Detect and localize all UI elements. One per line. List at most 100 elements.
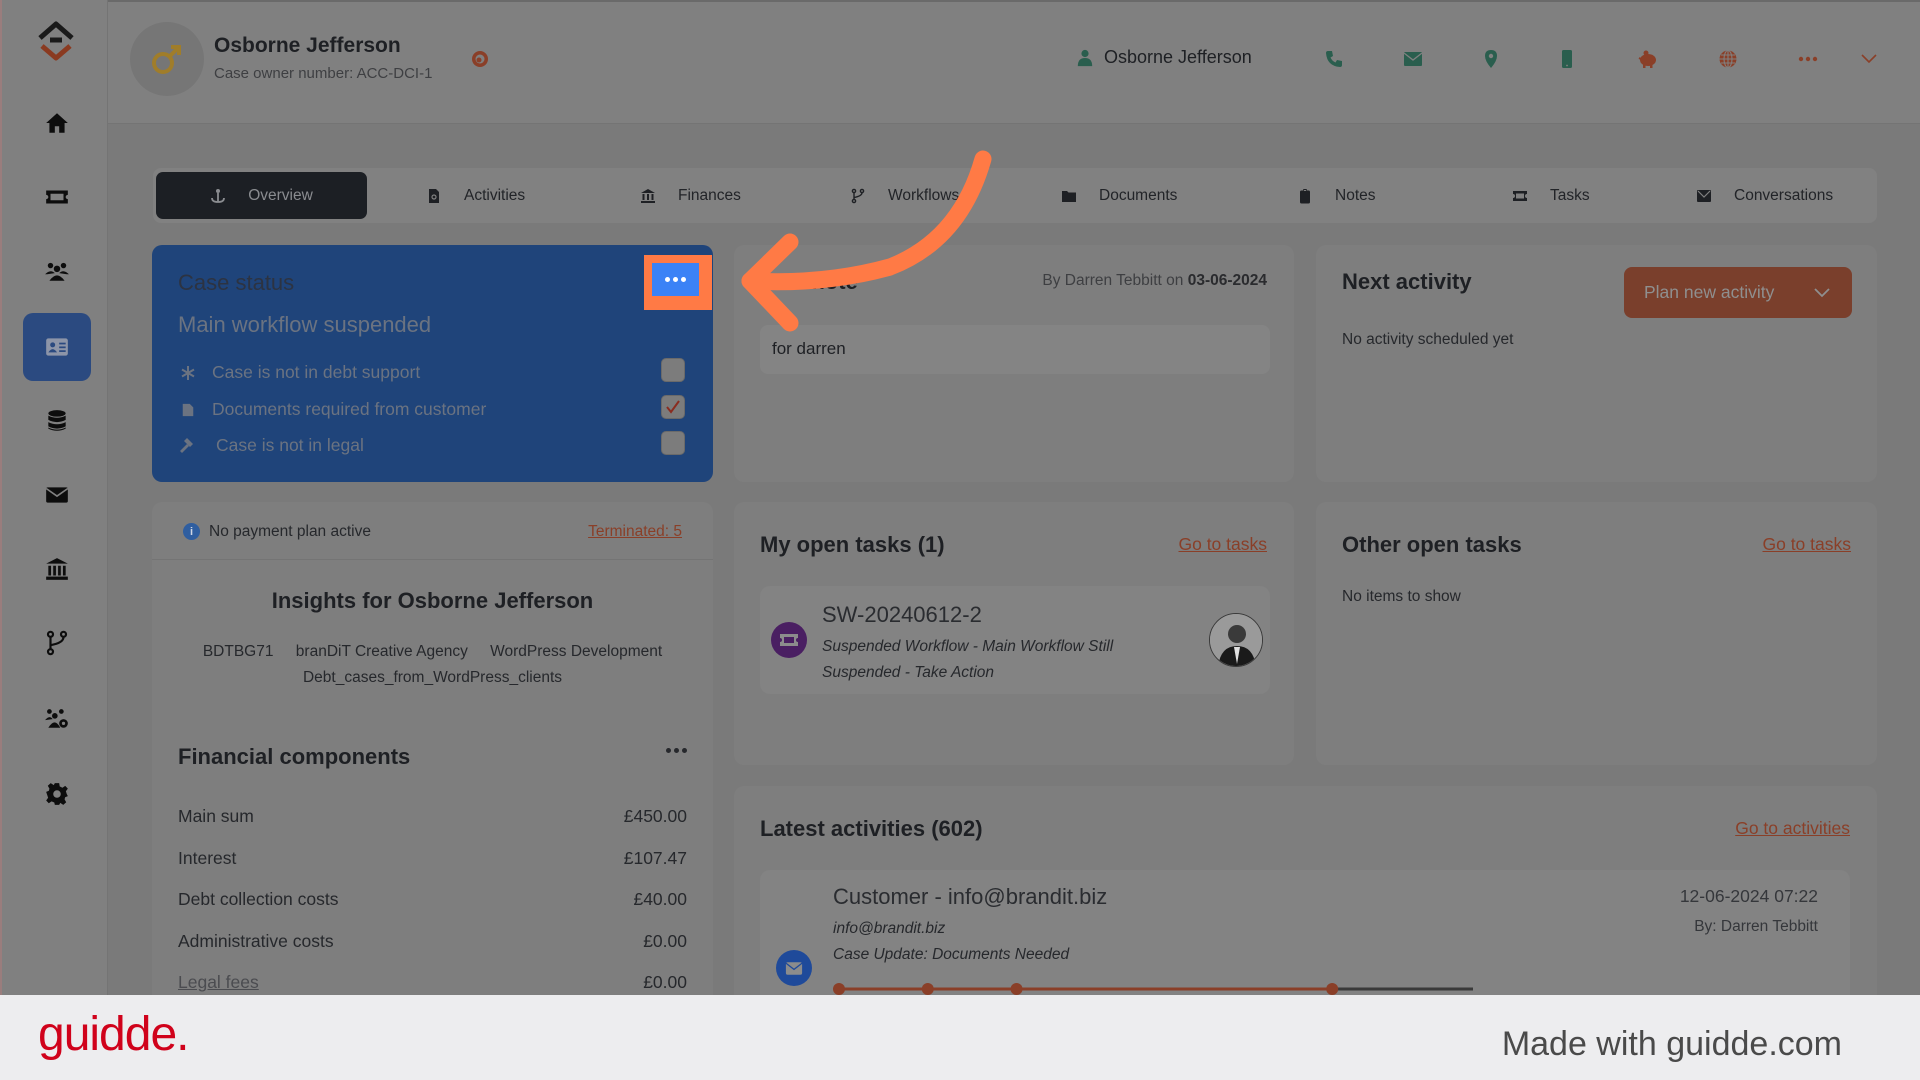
insights-card: i No payment plan active Terminated: 5 I… <box>152 502 713 1002</box>
go-to-tasks-link[interactable]: Go to tasks <box>1762 534 1851 555</box>
plan-new-activity-button[interactable]: Plan new activity <box>1624 267 1852 318</box>
contact-person[interactable]: Osborne Jefferson <box>1076 47 1252 68</box>
latest-activities-title: Latest activities (602) <box>760 816 983 841</box>
bank-icon <box>641 188 655 203</box>
branch-icon <box>851 188 865 203</box>
sidebar-item-home[interactable] <box>23 89 91 157</box>
assignee-avatar <box>1209 613 1263 667</box>
sidebar-item-users[interactable] <box>23 237 91 305</box>
progress-step <box>833 983 845 995</box>
mobile-icon[interactable] <box>1556 48 1578 70</box>
database-icon <box>48 410 66 431</box>
insight-tag: branDiT Creative Agency <box>295 643 468 660</box>
bank-icon <box>46 558 68 580</box>
progress-step <box>1010 983 1023 995</box>
go-to-activities-link[interactable]: Go to activities <box>1735 818 1850 839</box>
sidebar-item-tickets[interactable] <box>23 163 91 231</box>
insight-tags: BDTBG71 branDiT Creative Agency WordPres… <box>182 639 683 691</box>
envelope-icon <box>45 487 69 503</box>
debt-support-checkbox[interactable] <box>661 358 685 382</box>
file-search-icon <box>429 188 439 203</box>
case-status-title: Case status <box>178 270 295 295</box>
chevron-down-icon <box>1814 287 1830 297</box>
highlight-frame <box>644 255 712 310</box>
no-activity-text: No activity scheduled yet <box>1342 331 1514 348</box>
status-flag-documents: Documents required from customer <box>178 399 486 420</box>
payment-plan-status: No payment plan active <box>209 523 371 540</box>
tab-workflows[interactable]: Workflows <box>850 172 959 219</box>
status-flag-legal: Case is not in legal <box>178 435 364 456</box>
folder-icon <box>1062 190 1076 202</box>
sidebar-item-database[interactable] <box>23 387 91 455</box>
users-icon <box>45 262 69 281</box>
case-header: Osborne Jefferson Case owner number: ACC… <box>108 0 1920 124</box>
go-to-tasks-link[interactable]: Go to tasks <box>1178 534 1267 555</box>
tab-bar: Overview Activities Finances Workflows D… <box>153 168 1877 223</box>
last-note-card: Last note By Darren Tebbitt on 03-06-202… <box>734 245 1294 482</box>
activity-email: info@brandit.biz <box>833 920 946 937</box>
legal-checkbox[interactable] <box>661 431 685 455</box>
legal-fees-link[interactable]: Legal fees <box>178 972 259 993</box>
piggy-bank-icon[interactable] <box>1637 48 1659 70</box>
activity-item[interactable]: Customer - info@brandit.biz info@brandit… <box>760 870 1850 1001</box>
home-icon <box>46 113 68 133</box>
status-flag-debt-support: Case is not in debt support <box>178 362 420 383</box>
task-description: Suspended Workflow - Main Workflow Still… <box>822 638 1114 681</box>
location-pin-icon[interactable] <box>1480 48 1502 70</box>
progress-step <box>921 983 934 995</box>
app-logo[interactable] <box>34 20 78 64</box>
tab-conversations[interactable]: Conversations <box>1696 172 1833 219</box>
task-item[interactable]: SW-20240612-2 Suspended Workflow - Main … <box>760 586 1270 694</box>
case-status-more-button[interactable] <box>652 263 699 296</box>
sidebar-item-workflows[interactable] <box>23 609 91 677</box>
more-icon <box>665 277 670 282</box>
checkmark-icon <box>666 400 680 414</box>
tab-finances[interactable]: Finances <box>640 172 741 219</box>
sidebar-item-cases[interactable] <box>23 313 91 381</box>
activity-subject: Case Update: Documents Needed <box>833 946 1070 963</box>
insights-title: Insights for Osborne Jefferson <box>271 588 594 613</box>
insight-tag: BDTBG71 <box>202 643 274 660</box>
file-icon <box>178 402 198 418</box>
sidebar-item-settings[interactable] <box>23 760 91 828</box>
phone-icon[interactable] <box>1323 48 1345 70</box>
ticket-icon <box>46 190 68 204</box>
sidebar-item-mail[interactable] <box>23 461 91 529</box>
guidde-logo: guidde. <box>38 1008 189 1061</box>
male-gender-icon <box>152 45 181 74</box>
tab-notes[interactable]: Notes <box>1297 172 1376 219</box>
made-with-text: Made with guidde.com <box>1501 1025 1842 1063</box>
more-icon <box>666 748 671 753</box>
tab-overview[interactable]: Overview <box>156 172 367 219</box>
chevron-down-icon[interactable] <box>1858 48 1880 70</box>
task-id: SW-20240612-2 <box>822 602 982 627</box>
tab-tasks[interactable]: Tasks <box>1512 172 1590 219</box>
eye-icon[interactable] <box>470 49 490 74</box>
note-body[interactable]: for darren <box>760 325 1270 374</box>
contact-name: Osborne Jefferson <box>1104 47 1252 67</box>
envelope-icon[interactable] <box>1402 48 1424 70</box>
note-meta: By Darren Tebbitt on 03-06-2024 <box>1042 272 1267 289</box>
owner-number: Case owner number: ACC-DCI-1 <box>214 65 433 82</box>
branch-icon <box>46 630 68 656</box>
asterisk-icon <box>178 365 198 381</box>
tab-documents[interactable]: Documents <box>1061 172 1177 219</box>
id-card-icon <box>46 338 68 356</box>
insight-tag: Debt_cases_from_WordPress_clients <box>302 669 563 686</box>
gavel-icon <box>178 437 198 455</box>
financial-components-title: Financial components <box>178 744 411 769</box>
other-tasks-title: Other open tasks <box>1342 532 1522 557</box>
progress-step <box>1326 983 1339 995</box>
documents-checkbox[interactable] <box>661 395 685 419</box>
more-icon[interactable] <box>1797 48 1819 70</box>
globe-icon[interactable] <box>1717 48 1739 70</box>
sidebar-item-finances[interactable] <box>23 535 91 603</box>
ticket-icon <box>771 622 807 658</box>
financial-row: Interest £107.47 <box>178 848 687 868</box>
clipboard-icon <box>1300 188 1310 203</box>
sidebar-item-user-settings[interactable] <box>23 684 91 752</box>
tab-activities[interactable]: Activities <box>426 172 525 219</box>
note-title: Last note <box>760 269 858 294</box>
terminated-link[interactable]: Terminated: 5 <box>588 523 682 541</box>
financial-more-button[interactable] <box>666 748 687 753</box>
